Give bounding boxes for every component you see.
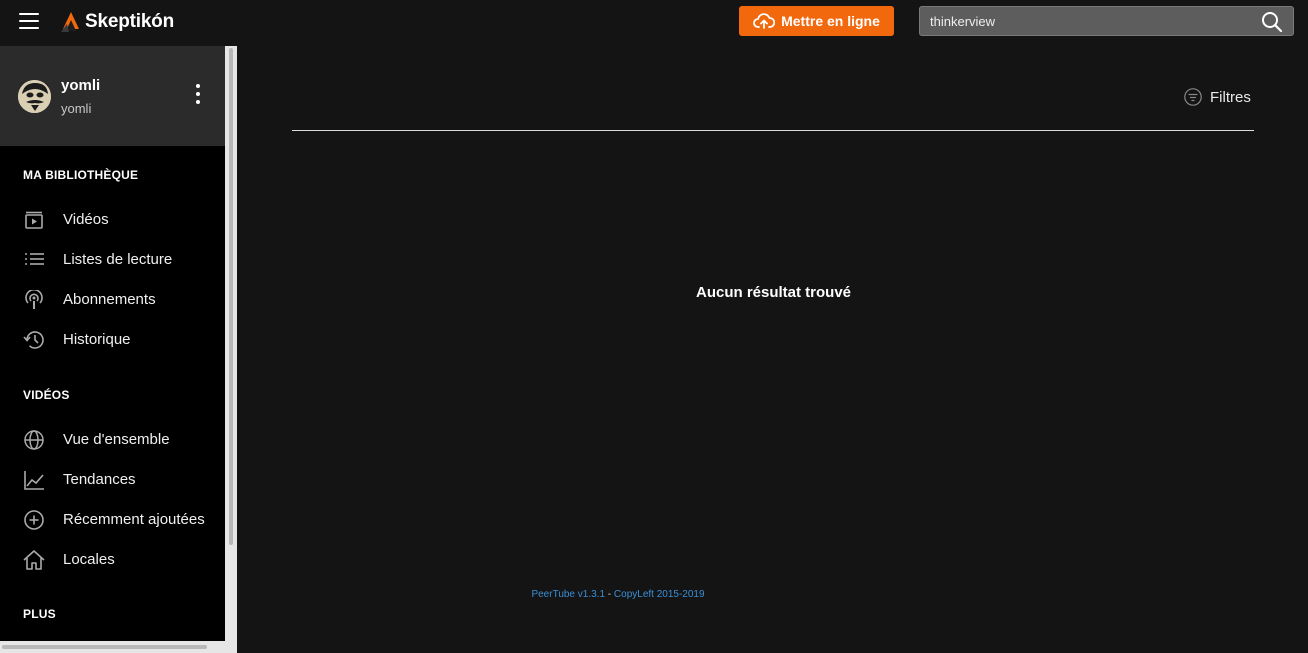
trending-icon	[24, 471, 44, 490]
user-display-name[interactable]: yomli	[61, 77, 100, 94]
videos-section-title: VIDÉOS	[23, 388, 70, 402]
sidebar-item-label: Abonnements	[63, 291, 156, 308]
add-circle-icon	[24, 510, 44, 530]
user-handle: yomli	[61, 101, 92, 116]
scrollbar-thumb[interactable]	[2, 645, 207, 649]
sidebar-item-subscriptions[interactable]: Abonnements	[0, 280, 225, 320]
sidebar-item-recently-added[interactable]: Récemment ajoutées	[0, 500, 225, 540]
copyleft-link[interactable]: CopyLeft 2015-2019	[614, 589, 705, 600]
upload-button[interactable]: Mettre en ligne	[739, 6, 894, 36]
subscriptions-icon	[25, 290, 43, 309]
sidebar-item-history[interactable]: Historique	[0, 320, 225, 360]
playlist-icon	[25, 253, 44, 265]
sidebar-item-overview[interactable]: Vue d'ensemble	[0, 420, 225, 460]
divider	[292, 130, 1254, 131]
search-box	[919, 6, 1294, 36]
sidebar-item-label: Historique	[63, 331, 131, 348]
sidebar-horizontal-scrollbar[interactable]	[0, 641, 225, 653]
upload-button-label: Mettre en ligne	[781, 13, 880, 29]
filter-icon	[1184, 88, 1202, 106]
main-content: Filtres Aucun résultat trouvé	[237, 46, 1308, 653]
footer-separator: -	[605, 589, 614, 600]
scrollbar-thumb[interactable]	[229, 48, 233, 545]
brand-logo[interactable]: Skeptikón	[59, 9, 174, 35]
sidebar-item-local[interactable]: Locales	[0, 540, 225, 580]
more-options-icon[interactable]	[192, 84, 204, 108]
search-icon[interactable]	[1261, 11, 1283, 33]
skeptikon-logo-icon	[61, 12, 79, 32]
sidebar-item-label: Listes de lecture	[63, 251, 173, 268]
video-icon	[25, 211, 43, 229]
search-input[interactable]	[920, 7, 1250, 35]
home-icon	[23, 550, 45, 570]
cloud-upload-icon	[753, 13, 776, 29]
filters-label: Filtres	[1210, 88, 1251, 106]
sidebar-item-playlists[interactable]: Listes de lecture	[0, 240, 225, 280]
footer: PeerTube v1.3.1 - CopyLeft 2015-2019	[0, 589, 1236, 600]
history-icon	[23, 331, 44, 349]
top-bar: Skeptikón Mettre en ligne	[0, 0, 1308, 46]
filters-button[interactable]: Filtres	[1184, 88, 1251, 106]
sidebar-item-videos[interactable]: Vidéos	[0, 200, 225, 240]
sidebar: yomli yomli MA BIBLIOTHÈQUE Vidéos Liste…	[0, 46, 225, 641]
user-panel: yomli yomli	[0, 46, 225, 146]
globe-icon	[24, 430, 44, 450]
sidebar-item-trending[interactable]: Tendances	[0, 460, 225, 500]
sidebar-item-label: Vue d'ensemble	[63, 431, 170, 448]
no-results-message: Aucun résultat trouvé	[695, 284, 852, 301]
brand-name: Skeptikón	[85, 11, 174, 32]
sidebar-vertical-scrollbar[interactable]	[225, 46, 237, 653]
sidebar-item-label: Récemment ajoutées	[63, 511, 205, 528]
sidebar-item-label: Tendances	[63, 471, 136, 488]
version-link[interactable]: PeerTube v1.3.1	[531, 589, 605, 600]
sidebar-item-label: Locales	[63, 551, 115, 568]
more-section-title: PLUS	[23, 607, 56, 621]
avatar-face-icon	[18, 80, 51, 113]
library-section-title: MA BIBLIOTHÈQUE	[23, 168, 139, 182]
menu-toggle-icon[interactable]	[19, 13, 39, 29]
avatar[interactable]	[18, 80, 51, 113]
sidebar-item-label: Vidéos	[63, 211, 109, 228]
